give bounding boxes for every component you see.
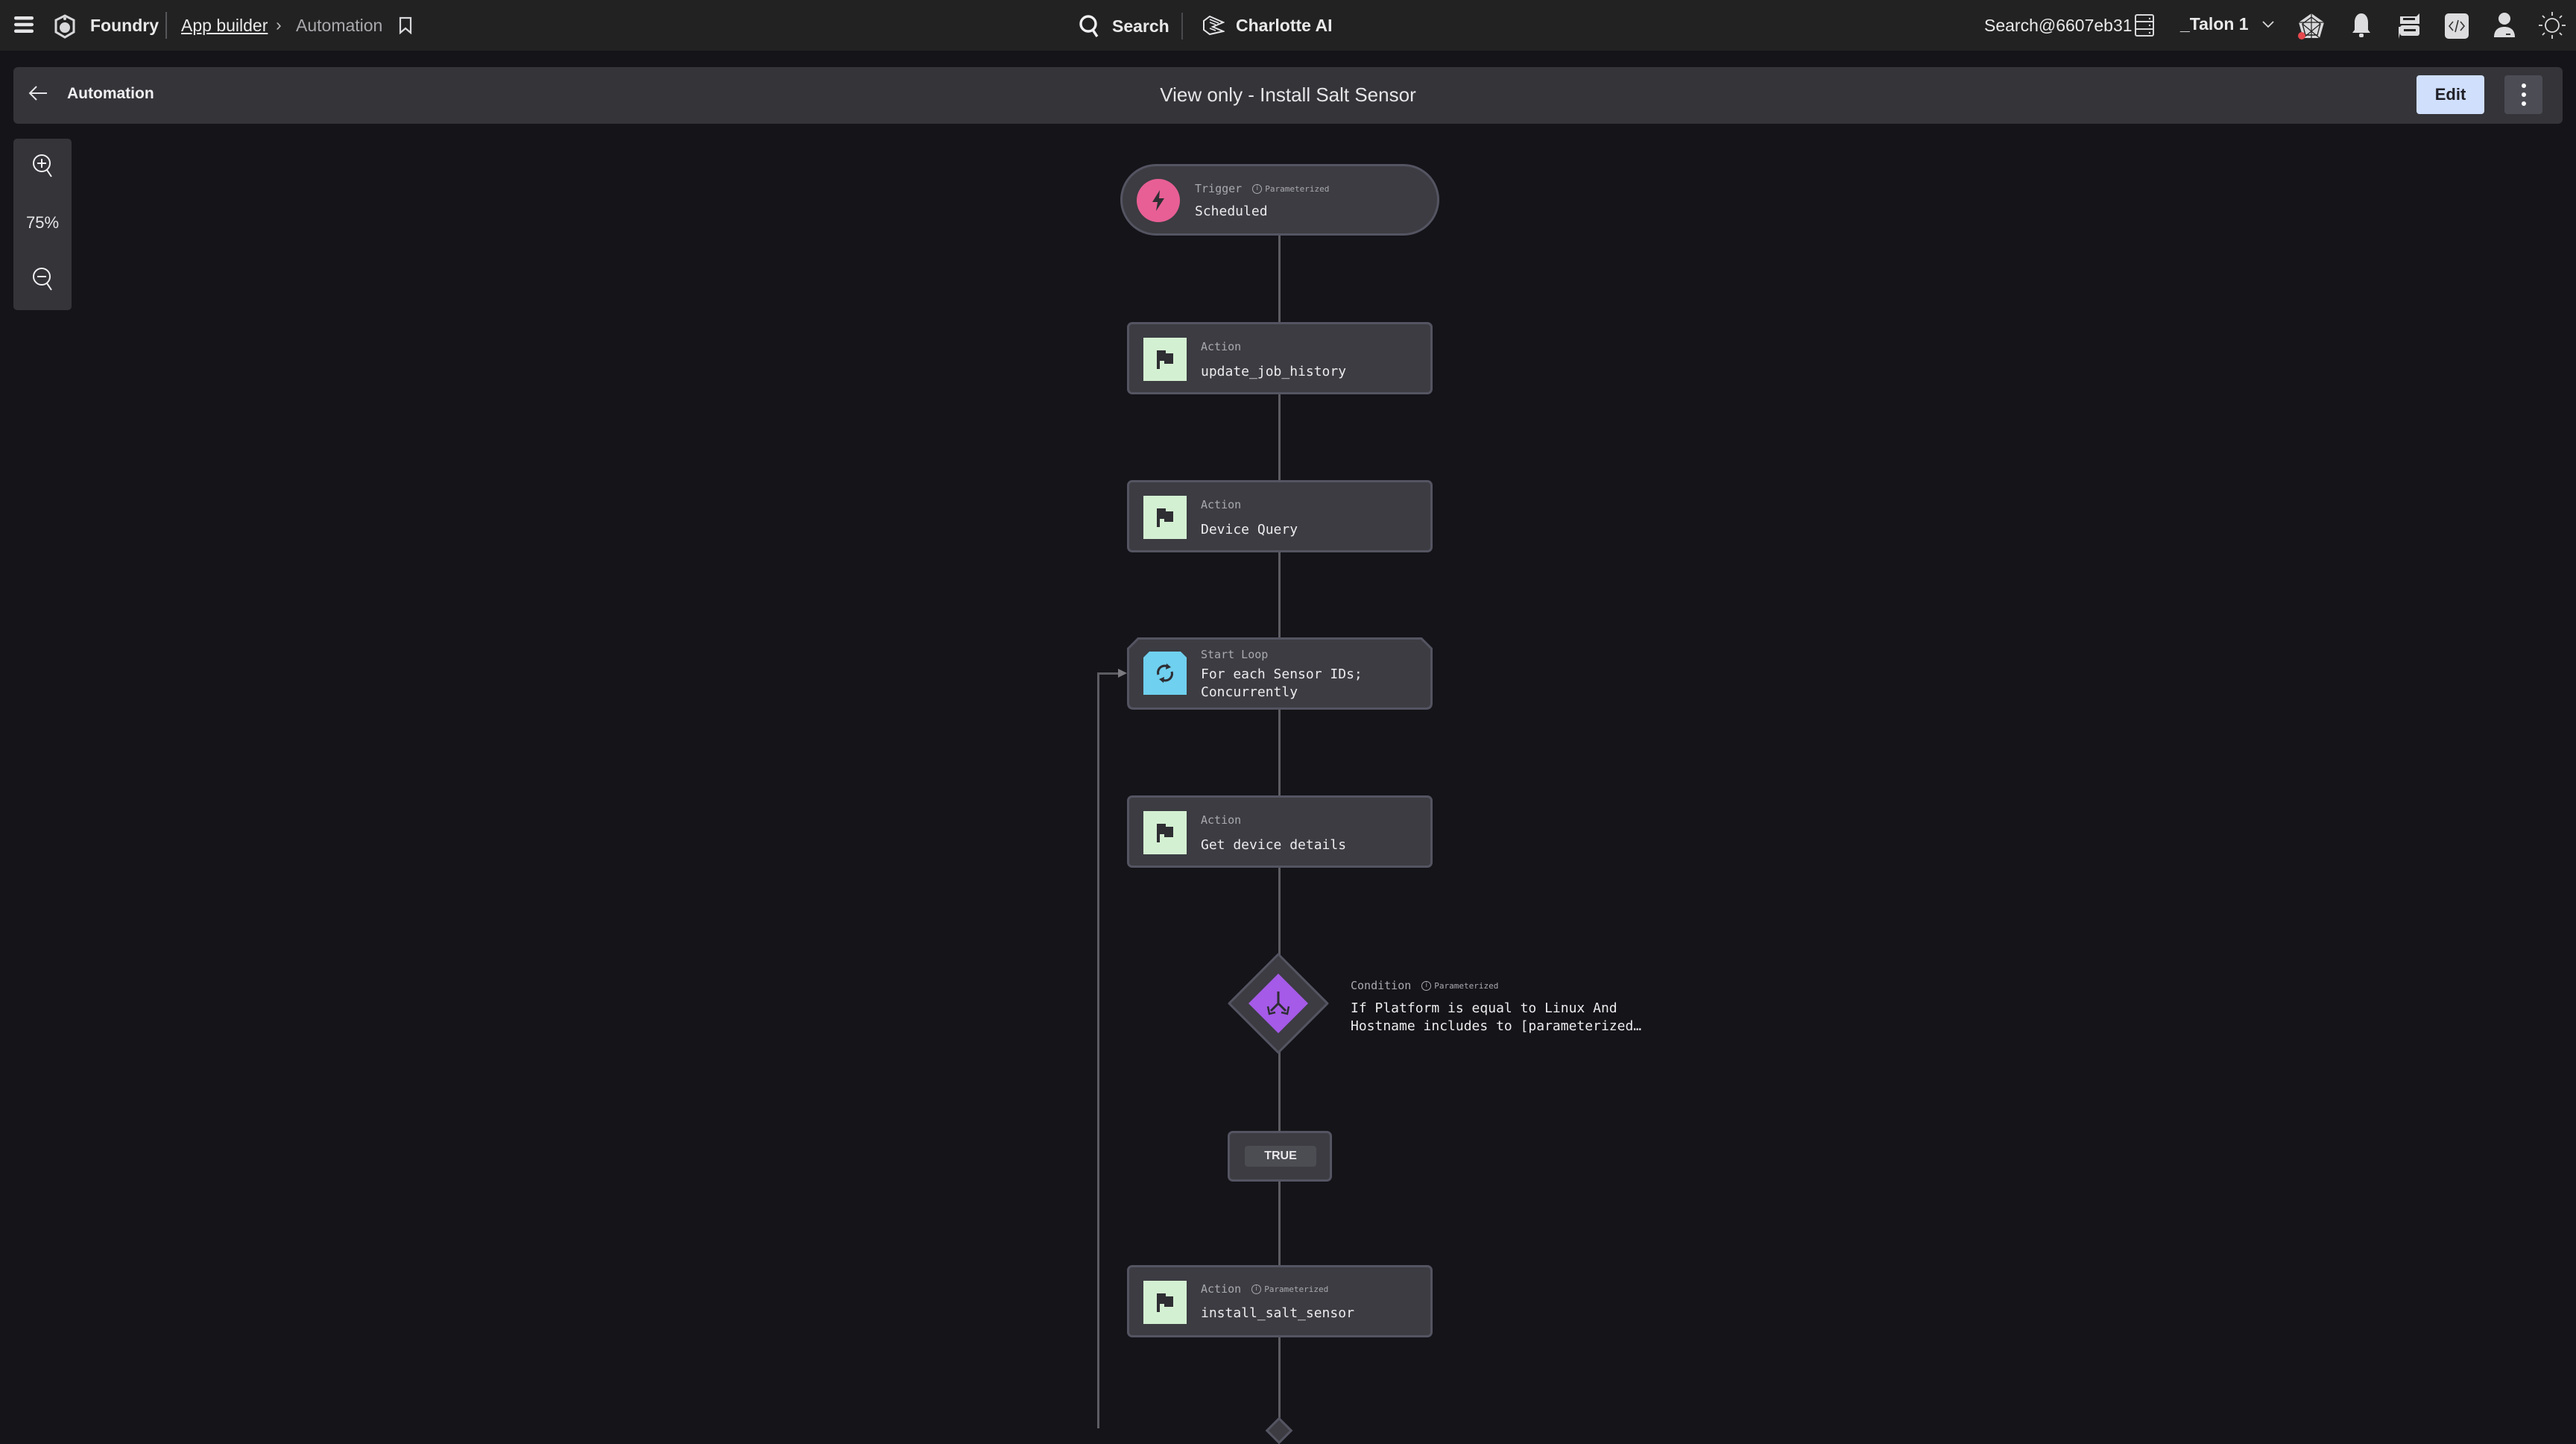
- trigger-icon: [1137, 179, 1180, 222]
- charlotte-ai-icon: [1203, 15, 1225, 36]
- node-title: Get device details: [1201, 837, 1347, 853]
- flag-icon: [1157, 508, 1173, 527]
- node-title-line2: Concurrently: [1201, 684, 1298, 700]
- action-icon: [1143, 1281, 1187, 1324]
- breadcrumb-automation: Automation: [296, 16, 383, 35]
- loop-node[interactable]: Start Loop For each Sensor IDs; Concurre…: [1127, 637, 1433, 710]
- divider: [1181, 13, 1183, 40]
- menu-icon[interactable]: [13, 15, 34, 34]
- messages-icon[interactable]: [2397, 13, 2421, 39]
- action-icon: [1143, 811, 1187, 854]
- info-icon: i: [1252, 183, 1263, 194]
- account-label: Search@6607eb31: [1984, 16, 2133, 35]
- node-type-label: Action: [1201, 813, 1242, 827]
- chevron-down-icon: [2261, 20, 2274, 28]
- edit-button[interactable]: Edit: [2416, 75, 2484, 114]
- workflow-canvas[interactable]: [0, 124, 2576, 1428]
- node-title: Scheduled: [1195, 204, 1268, 219]
- page-header: Automation View only - Install Salt Sens…: [13, 67, 2563, 124]
- charlotte-ai-label: Charlotte AI: [1236, 15, 1333, 35]
- flag-icon: [1157, 824, 1173, 842]
- parameterized-badge: i Parameterized: [1251, 1284, 1328, 1294]
- breadcrumb-app-builder[interactable]: App builder: [181, 16, 268, 36]
- app-name[interactable]: Foundry: [90, 16, 159, 36]
- server-icon[interactable]: [2134, 13, 2155, 37]
- condition-type-label: Condition i Parameterized: [1351, 979, 1499, 992]
- user-icon[interactable]: [2493, 12, 2516, 39]
- info-icon: i: [1421, 980, 1432, 991]
- node-title: update_job_history: [1201, 364, 1347, 379]
- node-type-label: Start Loop: [1201, 648, 1269, 661]
- action-node[interactable]: Action Get device details: [1127, 795, 1433, 868]
- spider-web-icon[interactable]: [2296, 11, 2327, 41]
- node-type-label: Action: [1201, 1282, 1242, 1296]
- node-type-label: Action: [1201, 498, 1242, 511]
- action-icon: [1143, 496, 1187, 539]
- more-vertical-icon: [2521, 83, 2526, 106]
- action-icon: [1143, 338, 1187, 381]
- notification-dot: [2298, 32, 2305, 40]
- sun-icon[interactable]: [2537, 10, 2567, 40]
- action-node[interactable]: Action update_job_history: [1127, 322, 1433, 394]
- condition-title-line2[interactable]: Hostname includes to [parameterized…: [1351, 1017, 1641, 1035]
- lightning-icon: [1152, 190, 1164, 211]
- search-icon: [1079, 15, 1099, 37]
- search-button[interactable]: Search: [1079, 14, 1169, 38]
- node-type-label: Action: [1201, 340, 1242, 353]
- search-label: Search: [1112, 16, 1169, 36]
- action-node[interactable]: Action Device Query: [1127, 480, 1433, 552]
- node-type-label: Trigger: [1195, 182, 1243, 195]
- refresh-icon: [1157, 663, 1173, 683]
- divider: [165, 12, 167, 39]
- tenant-label: _Talon 1: [2180, 14, 2249, 34]
- loop-back-line: [1097, 672, 1099, 1428]
- branch-label: TRUE: [1245, 1146, 1316, 1167]
- condition-node[interactable]: [1228, 953, 1329, 1054]
- foundry-logo-icon[interactable]: [54, 13, 76, 40]
- node-title: Device Query: [1201, 522, 1298, 537]
- branch-true[interactable]: TRUE: [1228, 1131, 1332, 1182]
- loop-arrow-icon: [1118, 669, 1127, 678]
- loop-icon: [1143, 652, 1187, 695]
- bookmark-icon[interactable]: [398, 16, 413, 34]
- info-icon: i: [1251, 1284, 1262, 1294]
- more-options-button[interactable]: [2504, 75, 2542, 114]
- condition-title-line1[interactable]: If Platform is equal to Linux And: [1351, 999, 1617, 1018]
- page-title: View only - Install Salt Sensor: [1160, 83, 1416, 106]
- loop-back-connector: [1097, 672, 1120, 675]
- flag-icon: [1157, 1293, 1173, 1312]
- flag-icon: [1157, 350, 1173, 369]
- charlotte-ai-button[interactable]: Charlotte AI: [1202, 15, 1333, 36]
- parameterized-badge: i Parameterized: [1252, 183, 1329, 194]
- node-title-line1: For each Sensor IDs;: [1201, 666, 1363, 682]
- code-icon[interactable]: [2445, 13, 2469, 39]
- trigger-node[interactable]: Trigger i Parameterized Scheduled: [1120, 164, 1439, 236]
- parameterized-badge: i Parameterized: [1421, 980, 1498, 991]
- bell-icon[interactable]: [2351, 12, 2372, 39]
- tenant-selector[interactable]: _Talon 1: [2180, 14, 2274, 34]
- breadcrumb-chevron-icon: ›: [276, 15, 282, 34]
- top-nav-bar: Foundry App builder › Automation Search …: [0, 0, 2576, 51]
- node-title: install_salt_sensor: [1201, 1305, 1354, 1321]
- action-node[interactable]: Action i Parameterized install_salt_senso…: [1127, 1265, 1433, 1337]
